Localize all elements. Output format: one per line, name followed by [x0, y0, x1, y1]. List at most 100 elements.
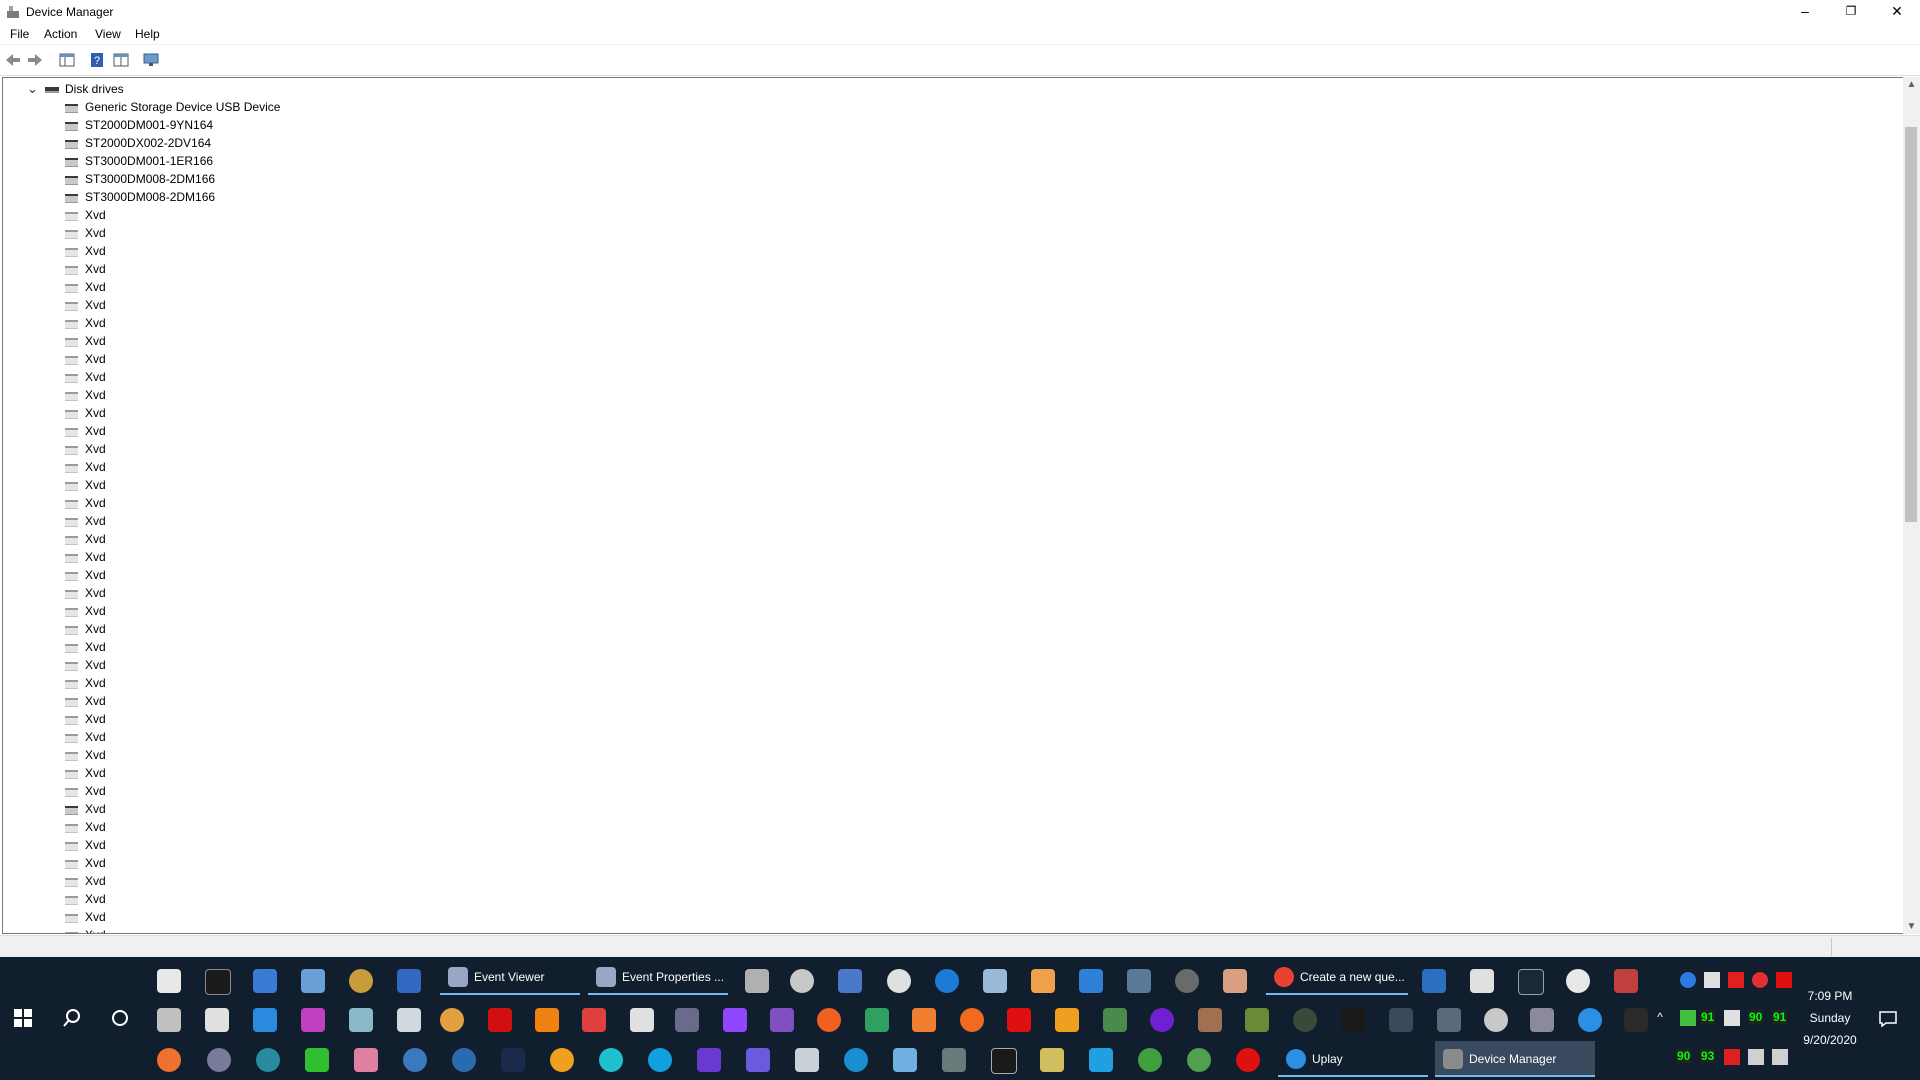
disk-drive-item[interactable]: Xvd	[3, 818, 403, 836]
tray-b-icon[interactable]	[1776, 972, 1792, 988]
disk-drive-item[interactable]: ST3000DM001-1ER166	[3, 152, 403, 170]
close-button[interactable]: ✕	[1874, 0, 1920, 24]
app-purple-icon[interactable]	[770, 1008, 794, 1032]
mail-icon[interactable]	[1079, 969, 1103, 993]
edge-icon[interactable]	[844, 1048, 868, 1072]
disk-drive-item[interactable]: Xvd	[3, 638, 403, 656]
disk-drive-item[interactable]: Xvd	[3, 710, 403, 728]
app-photoshop-icon[interactable]	[501, 1048, 525, 1072]
disk-drive-item[interactable]: Xvd	[3, 350, 403, 368]
disk-drive-item[interactable]: Xvd	[3, 548, 403, 566]
uplay-small-icon[interactable]	[1578, 1008, 1602, 1032]
app-badge-icon[interactable]	[675, 1008, 699, 1032]
disk-drive-item[interactable]: Xvd	[3, 530, 403, 548]
settings-icon[interactable]	[1484, 1008, 1508, 1032]
app-tools-icon[interactable]	[942, 1048, 966, 1072]
taskbar-uplay[interactable]: Uplay	[1278, 1041, 1428, 1077]
youtube-music-icon[interactable]	[1236, 1048, 1260, 1072]
app-map-icon[interactable]	[1103, 1008, 1127, 1032]
app-gold-icon[interactable]	[349, 969, 373, 993]
chevron-down-icon[interactable]: ⌄	[27, 80, 38, 98]
app-notepad-icon[interactable]	[1223, 969, 1247, 993]
xbox-icon[interactable]	[1138, 1048, 1162, 1072]
tray-recorder-icon[interactable]	[1752, 972, 1768, 988]
disk-drive-item[interactable]: Xvd	[3, 836, 403, 854]
disk-drive-item[interactable]: Xvd	[3, 440, 403, 458]
scroll-up-arrow-icon[interactable]: ▲	[1903, 79, 1920, 90]
restore-button[interactable]: ❐	[1828, 0, 1874, 24]
clock-app-icon[interactable]	[887, 969, 911, 993]
disk-drive-item[interactable]: Xvd	[3, 458, 403, 476]
scrollbar-thumb[interactable]	[1905, 127, 1917, 522]
disk-drive-item[interactable]: Xvd	[3, 584, 403, 602]
network-icon[interactable]	[253, 969, 277, 993]
menu-view[interactable]: View	[95, 27, 121, 41]
app-teal-icon[interactable]	[599, 1048, 623, 1072]
taskbar-event-properties[interactable]: Event Properties ...	[588, 959, 728, 995]
notification-center-icon[interactable]	[1878, 1010, 1898, 1028]
slack-icon[interactable]	[301, 1008, 325, 1032]
app-film-icon[interactable]	[305, 1048, 329, 1072]
gear-icon[interactable]	[790, 969, 814, 993]
disk-drive-item[interactable]: Xvd	[3, 926, 403, 933]
menu-file[interactable]: File	[10, 27, 29, 41]
disk-drive-item[interactable]: Xvd	[3, 692, 403, 710]
clock-date[interactable]: 9/20/2020	[1795, 1033, 1865, 1047]
properties-pane-icon[interactable]	[112, 51, 130, 69]
weather-icon[interactable]	[550, 1048, 574, 1072]
calculator-icon[interactable]	[1127, 969, 1151, 993]
firefox-icon[interactable]	[960, 1008, 984, 1032]
category-disk-drives[interactable]: ⌄ Disk drives	[3, 80, 403, 98]
show-hide-console-tree-icon[interactable]	[58, 51, 76, 69]
app-green-icon[interactable]	[865, 1008, 889, 1032]
app-orange-icon[interactable]	[912, 1008, 936, 1032]
app-yellow-icon[interactable]	[1055, 1008, 1079, 1032]
app-pink-icon[interactable]	[354, 1048, 378, 1072]
acrobat-icon[interactable]	[488, 1008, 512, 1032]
back-arrow-icon[interactable]	[4, 51, 22, 69]
settings-gear-icon[interactable]	[253, 1008, 277, 1032]
disk-drive-item[interactable]: Xvd	[3, 278, 403, 296]
disk-drive-item[interactable]: Xvd	[3, 494, 403, 512]
disk-drive-item[interactable]: Xvd	[3, 476, 403, 494]
disc-icon[interactable]	[1175, 969, 1199, 993]
disk-drive-item[interactable]: Xvd	[3, 764, 403, 782]
disk-drive-item[interactable]: Xvd	[3, 260, 403, 278]
system-monitor-icon[interactable]	[838, 969, 862, 993]
app-b-icon[interactable]	[1341, 1008, 1365, 1032]
app-bars-icon[interactable]	[795, 1048, 819, 1072]
app-reel-icon[interactable]	[207, 1048, 231, 1072]
disk-drive-item[interactable]: Xvd	[3, 854, 403, 872]
disk-drive-item[interactable]: Xvd	[3, 602, 403, 620]
app-bolt-icon[interactable]	[1007, 1008, 1031, 1032]
bluetooth-icon[interactable]	[1680, 972, 1696, 988]
game-portrait-icon[interactable]	[1198, 1008, 1222, 1032]
app-ring-icon[interactable]	[1150, 1008, 1174, 1032]
taskbar-event-viewer[interactable]: Event Viewer	[440, 959, 580, 995]
network-tray-icon[interactable]	[1748, 1049, 1764, 1065]
remote-desktop-icon[interactable]	[301, 969, 325, 993]
speaker-icon[interactable]	[1772, 1049, 1788, 1065]
xbox-companion-icon[interactable]	[1187, 1048, 1211, 1072]
paint-icon[interactable]	[983, 969, 1007, 993]
power-icon[interactable]	[582, 1008, 606, 1032]
twitch-icon[interactable]	[723, 1008, 747, 1032]
menu-action[interactable]: Action	[44, 27, 77, 41]
scan-hardware-monitor-icon[interactable]	[142, 51, 160, 69]
app-earth-icon[interactable]	[452, 1048, 476, 1072]
app-swirl-icon[interactable]	[157, 1048, 181, 1072]
app-cube-icon[interactable]	[349, 1008, 373, 1032]
disk-drive-item[interactable]: Xvd	[3, 386, 403, 404]
help-icon[interactable]: ?	[88, 51, 106, 69]
app-circle-icon[interactable]	[1566, 969, 1590, 993]
disk-drive-item[interactable]: Xvd	[3, 746, 403, 764]
disk-drive-item[interactable]: Xvd	[3, 908, 403, 926]
disk-drive-item[interactable]: Xvd	[3, 800, 403, 818]
disk-drive-item[interactable]: Xvd	[3, 512, 403, 530]
disk-drive-item[interactable]: Xvd	[3, 224, 403, 242]
cortana-circle-icon[interactable]	[110, 1008, 130, 1028]
disk-drive-item[interactable]: Generic Storage Device USB Device	[3, 98, 403, 116]
forward-arrow-icon[interactable]	[26, 51, 44, 69]
origin-icon[interactable]	[817, 1008, 841, 1032]
internet-explorer-icon[interactable]	[935, 969, 959, 993]
